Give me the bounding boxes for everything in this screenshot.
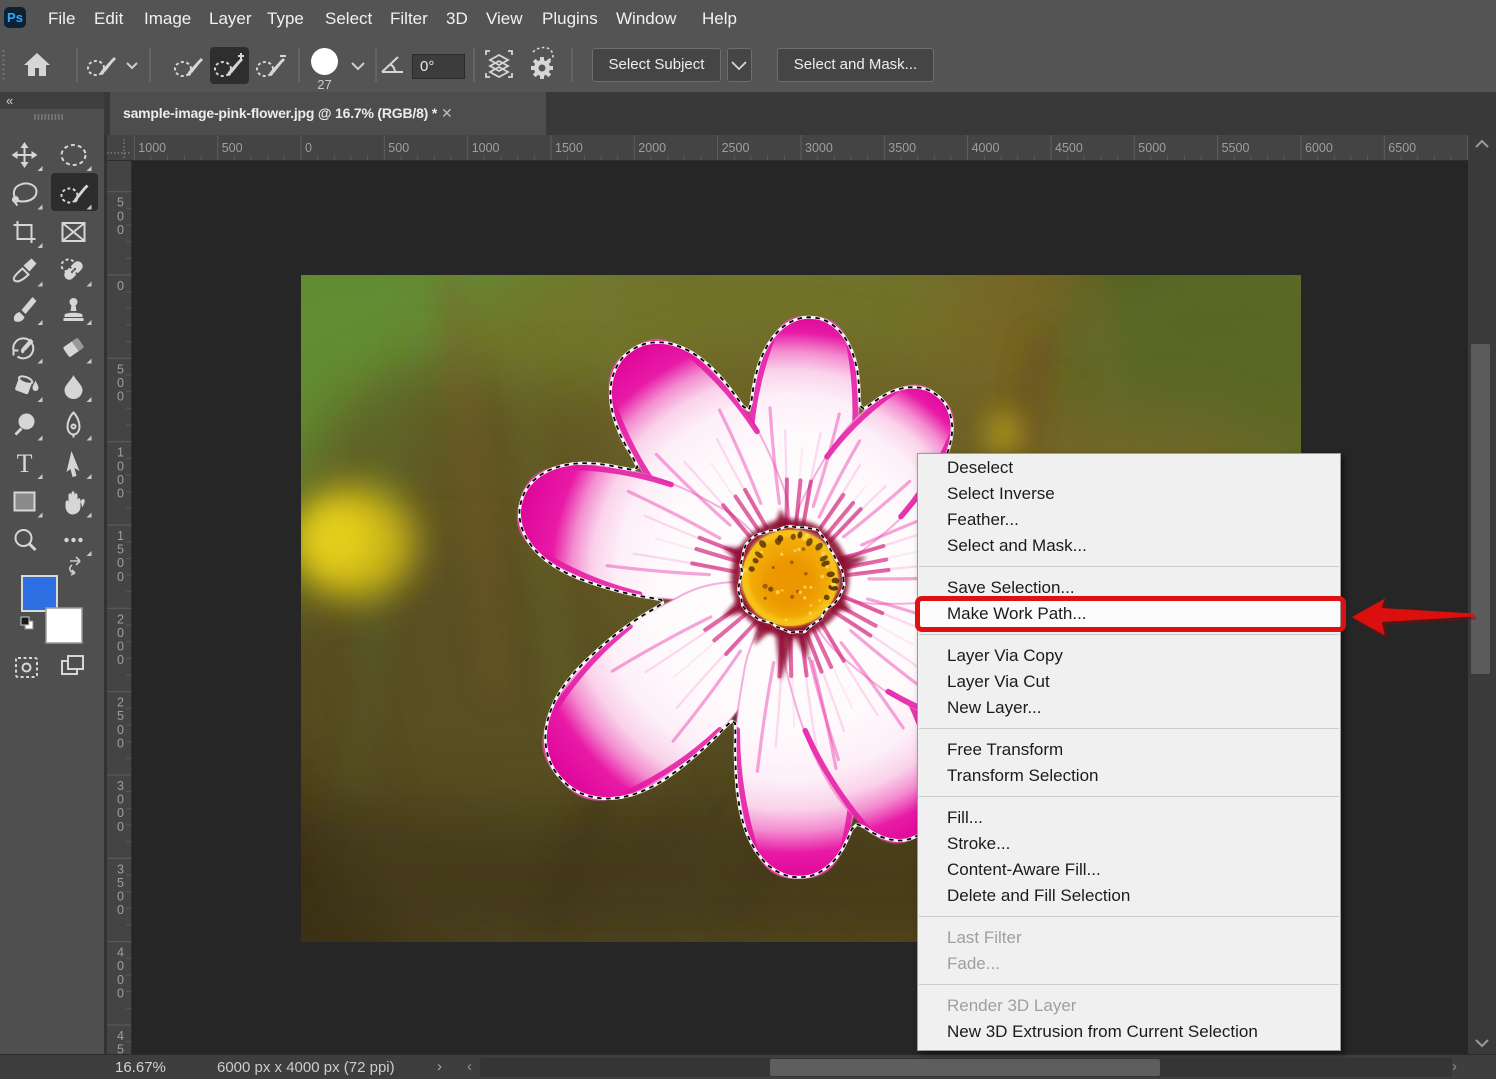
svg-text:0: 0 — [117, 390, 124, 404]
svg-text:0: 0 — [117, 640, 124, 654]
svg-text:T: T — [17, 449, 33, 478]
svg-text:0: 0 — [117, 487, 124, 501]
svg-text:0: 0 — [117, 903, 124, 917]
svg-text:5: 5 — [117, 543, 124, 557]
svg-text:0: 0 — [117, 653, 124, 667]
svg-text:5: 5 — [117, 876, 124, 890]
svg-text:0: 0 — [117, 986, 124, 1000]
svg-text:2000: 2000 — [638, 141, 666, 155]
svg-text:3000: 3000 — [805, 141, 833, 155]
svg-text:5500: 5500 — [1222, 141, 1250, 155]
svg-text:0: 0 — [117, 973, 124, 987]
svg-text:0: 0 — [117, 570, 124, 584]
svg-text:0: 0 — [117, 737, 124, 751]
svg-text:1500: 1500 — [555, 141, 583, 155]
svg-text:0: 0 — [117, 556, 124, 570]
svg-text:5: 5 — [117, 196, 124, 210]
svg-text:5: 5 — [117, 362, 124, 376]
svg-text:1000: 1000 — [472, 141, 500, 155]
svg-text:0: 0 — [117, 890, 124, 904]
svg-text:4: 4 — [117, 946, 124, 960]
svg-text:6500: 6500 — [1388, 141, 1416, 155]
svg-text:0: 0 — [117, 723, 124, 737]
svg-text:3500: 3500 — [888, 141, 916, 155]
svg-text:0: 0 — [117, 459, 124, 473]
svg-text:5: 5 — [117, 709, 124, 723]
svg-text:5000: 5000 — [1138, 141, 1166, 155]
svg-text:0: 0 — [117, 959, 124, 973]
svg-text:2: 2 — [117, 696, 124, 710]
svg-text:0: 0 — [117, 279, 124, 293]
svg-text:0: 0 — [117, 473, 124, 487]
svg-text:2500: 2500 — [722, 141, 750, 155]
svg-text:1: 1 — [117, 529, 124, 543]
svg-text:0: 0 — [305, 141, 312, 155]
svg-text:0: 0 — [117, 376, 124, 390]
svg-text:0: 0 — [117, 820, 124, 834]
svg-text:4000: 4000 — [972, 141, 1000, 155]
svg-text:1000: 1000 — [138, 141, 166, 155]
svg-text:0: 0 — [117, 209, 124, 223]
svg-text:4: 4 — [117, 1029, 124, 1043]
svg-text:0: 0 — [117, 793, 124, 807]
svg-text:4500: 4500 — [1055, 141, 1083, 155]
svg-text:0: 0 — [117, 223, 124, 237]
svg-text:2: 2 — [117, 612, 124, 626]
svg-text:3: 3 — [117, 862, 124, 876]
svg-text:0: 0 — [117, 626, 124, 640]
svg-text:3: 3 — [117, 779, 124, 793]
svg-text:5: 5 — [117, 1043, 124, 1054]
svg-text:0: 0 — [117, 806, 124, 820]
svg-text:500: 500 — [222, 141, 243, 155]
svg-text:6000: 6000 — [1305, 141, 1333, 155]
svg-text:500: 500 — [388, 141, 409, 155]
svg-text:1: 1 — [117, 446, 124, 460]
